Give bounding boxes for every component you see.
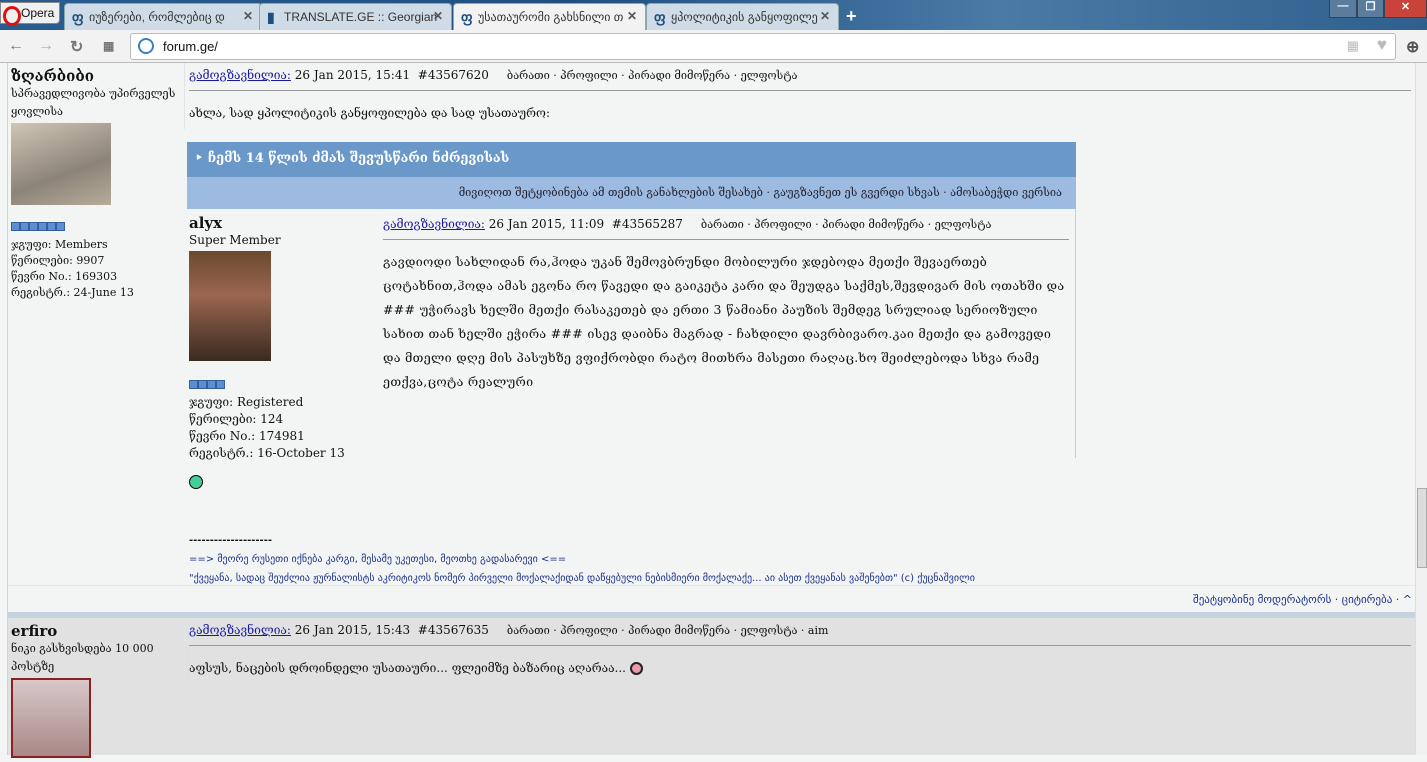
- author-name[interactable]: erfiro: [11, 622, 181, 640]
- post-author-panel: ზღარბიბი სპრავედლივობა უპირველეს ყოვლისა…: [8, 63, 184, 305]
- tab-3-active[interactable]: ფ უსათაურომი გახსნილი თ ✕: [453, 3, 646, 30]
- author-name[interactable]: ზღარბიბი: [11, 67, 181, 85]
- sent-link[interactable]: გამოგზავნილია:: [189, 623, 291, 637]
- heart-icon[interactable]: ♥: [1377, 35, 1387, 55]
- sent-link[interactable]: გამოგზავნილია:: [189, 68, 291, 82]
- rank-pips: [189, 377, 379, 394]
- post-id[interactable]: #43565287: [612, 217, 683, 231]
- member-group: ჯგუფი: Registered: [189, 395, 304, 409]
- post-id[interactable]: #43567620: [418, 68, 489, 82]
- quoted-post: alyx Super Member ჯგუფი: Registered წერი…: [187, 209, 1076, 460]
- sent-link[interactable]: გამოგზავნილია:: [383, 217, 485, 231]
- minimize-button[interactable]: —: [1329, 0, 1357, 18]
- tab-2[interactable]: ▮ TRANSLATE.GE :: Georgian ✕: [259, 3, 452, 30]
- opera-menu-button[interactable]: Opera: [0, 2, 60, 26]
- signature-divider: --------------------: [189, 535, 273, 546]
- post-count: წერილები: 124: [189, 412, 284, 426]
- grin-smiley-icon: [189, 475, 203, 489]
- forward-icon[interactable]: →: [38, 37, 54, 55]
- url-text: forum.ge/: [163, 39, 218, 54]
- forum-favicon: ფ: [461, 9, 473, 25]
- smiley-icon: [629, 662, 643, 675]
- divider: [189, 645, 1411, 646]
- post-count: წერილები: 9907: [11, 254, 105, 267]
- reload-icon[interactable]: ↻: [70, 37, 83, 57]
- member-group: ჯგუფი: Members: [11, 238, 108, 251]
- member-number: წევრი No.: 174981: [189, 429, 305, 443]
- member-title: სპრავედლივობა უპირველეს ყოვლისა: [11, 87, 176, 118]
- back-icon[interactable]: ←: [8, 37, 24, 55]
- member-title: Super Member: [189, 233, 281, 247]
- scrollbar[interactable]: [1415, 63, 1427, 755]
- forum-favicon: ფ: [654, 9, 666, 25]
- tab-title: იუზერები, რომლებიც დ: [89, 10, 225, 24]
- member-number: წევრი No.: 169303: [11, 270, 118, 283]
- post-footer: შეატყობინე მოდერატორს · ციტირება · ^: [7, 585, 1415, 612]
- post-text: აფსუს, ნაცების დროინდელი უსათაური... ფლე…: [189, 661, 626, 675]
- tab-1[interactable]: ფ იუზერები, რომლებიც დ ✕: [64, 3, 262, 30]
- post-content: გამოგზავნილია: 26 Jan 2015, 15:41 #43567…: [184, 63, 1415, 584]
- post-date: 26 Jan 2015, 15:43: [294, 623, 411, 637]
- rank-pips: [11, 219, 181, 237]
- topic-actions[interactable]: მივიღოთ შეტყობინება ამ თემის განახლების …: [187, 177, 1076, 209]
- tab-4[interactable]: ფ ყპოლიტიკის განყოფილე ✕: [646, 3, 839, 30]
- new-tab-button[interactable]: +: [846, 6, 857, 27]
- divider: [189, 90, 1411, 91]
- tab-title: ყპოლიტიკის განყოფილე: [671, 10, 818, 24]
- restore-button[interactable]: ❐: [1357, 0, 1384, 18]
- page-icon: ▮: [267, 9, 275, 25]
- post-2: erfiro ნიკი გასხვისდება 10 000 პოსტზე გა…: [7, 618, 1415, 758]
- registration-date: რეგისტრ.: 16-October 13: [189, 446, 345, 460]
- post-date: 26 Jan 2015, 15:41: [294, 68, 411, 82]
- forum-page: ზღარბიბი სპრავედლივობა უპირველეს ყოვლისა…: [0, 63, 1415, 758]
- divider: [383, 239, 1069, 240]
- post-date: 26 Jan 2015, 11:09: [488, 217, 605, 231]
- quote-topic[interactable]: ჩემს 14 წლის ძმას შევუსწარი ნძრევისას: [208, 151, 509, 166]
- avatar: [189, 251, 271, 361]
- forum-favicon: ფ: [72, 9, 84, 25]
- close-icon[interactable]: ✕: [243, 9, 253, 23]
- close-icon[interactable]: ✕: [433, 9, 443, 23]
- post-author-panel: erfiro ნიკი გასხვისდება 10 000 პოსტზე: [8, 618, 184, 762]
- close-icon[interactable]: ✕: [627, 9, 637, 23]
- post-actions[interactable]: შეატყობინე მოდერატორს · ციტირება · ^: [1193, 593, 1412, 606]
- author-links[interactable]: ბარათი · პროფილი · პირადი მიმოწერა · ელფ…: [507, 69, 798, 82]
- post-content: გამოგზავნილია: 26 Jan 2015, 15:43 #43567…: [184, 618, 1415, 684]
- registration-date: რეგისტრ.: 24-June 13: [11, 286, 134, 299]
- tab-title: TRANSLATE.GE :: Georgian: [284, 10, 438, 24]
- url-input[interactable]: forum.ge/ ▦ ♥: [130, 33, 1396, 60]
- avatar: [11, 123, 111, 205]
- close-window-button[interactable]: ✕: [1384, 0, 1427, 18]
- avatar: [11, 678, 91, 758]
- quote-topic-bar: ‣ ჩემს 14 წლის ძმას შევუსწარი ნძრევისას: [187, 142, 1076, 177]
- signature-line: ==> მეორე რუსეთი იქნება კარგი, მესამე უკ…: [189, 554, 567, 565]
- speed-dial-icon[interactable]: ▦: [103, 39, 114, 53]
- post-id[interactable]: #43567635: [418, 623, 489, 637]
- address-toolbar: ← → ↻ ▦ forum.ge/ ▦ ♥ ⊕: [0, 30, 1427, 63]
- member-title: ნიკი გასხვისდება 10 000 პოსტზე: [11, 642, 154, 673]
- browser-tab-bar: Opera ფ იუზერები, რომლებიც დ ✕ ▮ TRANSLATE.…: [0, 0, 1427, 30]
- tab-title: უსათაურომი გახსნილი თ: [478, 10, 624, 24]
- author-links[interactable]: ბარათი · პროფილი · პირადი მიმოწერა · ელფ…: [701, 218, 992, 231]
- author-links[interactable]: ბარათი · პროფილი · პირადი მიმოწერა · ელფ…: [507, 624, 828, 637]
- grid-icon[interactable]: ▦: [1347, 38, 1359, 54]
- post-text: ახლა, სად ყპოლიტიკის განყოფილება და სად …: [189, 106, 550, 120]
- author-name[interactable]: alyx: [189, 215, 379, 232]
- close-icon[interactable]: ✕: [820, 9, 830, 23]
- quoted-text: გავდიოდი სახლიდან რა,ჰოდა უკან შემოვბრუნ…: [383, 254, 1065, 389]
- site-info-icon[interactable]: [138, 38, 154, 54]
- download-icon[interactable]: ⊕: [1406, 37, 1419, 57]
- scrollbar-thumb[interactable]: [1417, 488, 1427, 568]
- quote-box: ‣ ჩემს 14 წლის ძმას შევუსწარი ნძრევისას …: [187, 142, 1076, 460]
